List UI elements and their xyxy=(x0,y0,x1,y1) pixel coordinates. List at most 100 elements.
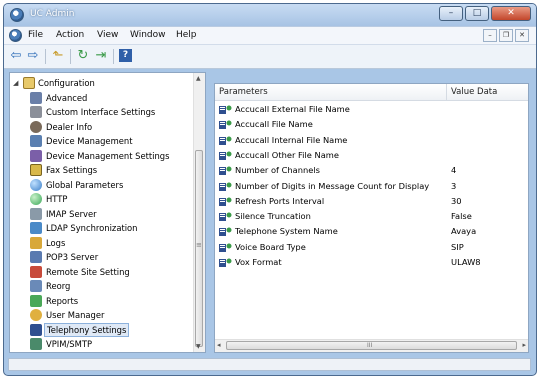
back-icon[interactable]: ⇦ xyxy=(9,49,23,63)
minimize-button[interactable]: – xyxy=(439,6,463,21)
parameter-icon xyxy=(219,212,232,222)
tree-node-http[interactable]: HTTP xyxy=(28,192,195,206)
tree-node-remote-site-setting[interactable]: Remote Site Setting xyxy=(28,265,195,279)
tree-label: Fax Settings xyxy=(46,165,98,175)
window-title: UC Admin xyxy=(30,9,75,19)
reports-icon xyxy=(30,294,42,307)
menu-help[interactable]: Help xyxy=(176,30,197,40)
app-icon xyxy=(10,8,24,22)
parameter-value: False xyxy=(451,211,472,222)
tree-label: Device Management xyxy=(46,136,133,146)
tree-node-device-management-settings[interactable]: Device Management Settings xyxy=(28,149,195,163)
globe-icon xyxy=(30,178,42,191)
tree-node-dealer-info[interactable]: Dealer Info xyxy=(28,120,195,134)
tree-label: LDAP Synchronization xyxy=(46,223,138,233)
tree-node-configuration[interactable]: ◢ Configuration xyxy=(10,76,195,90)
parameter-name: Number of Digits in Message Count for Di… xyxy=(235,180,430,191)
parameter-row[interactable]: Telephone System Name Avaya xyxy=(215,224,528,239)
device-management-icon xyxy=(30,135,42,147)
parameter-name: Silence Truncation xyxy=(235,211,311,222)
tree-node-user-manager[interactable]: User Manager xyxy=(28,308,195,322)
child-close-button[interactable]: ✕ xyxy=(515,29,529,42)
tree-label: Logs xyxy=(46,237,66,248)
parameter-value: SIP xyxy=(451,241,464,252)
tree-label: Reorg xyxy=(46,281,71,291)
column-header-parameters[interactable]: Parameters xyxy=(215,84,449,101)
tree-label: Reports xyxy=(46,295,79,306)
tree-label: Configuration xyxy=(38,78,95,88)
tree-node-imap-server[interactable]: IMAP Server xyxy=(28,207,195,221)
menu-action[interactable]: Action xyxy=(56,30,84,40)
scroll-down-icon[interactable]: ▼ xyxy=(196,343,201,350)
tree-vertical-scrollbar[interactable]: ▲ ≡ ▼ xyxy=(193,73,205,352)
column-header-value-data[interactable]: Value Data xyxy=(447,84,528,101)
tree-node-reorg[interactable]: Reorg xyxy=(28,279,195,293)
tree-label: Advanced xyxy=(46,92,88,103)
tree-node-reports[interactable]: Reports xyxy=(28,294,195,308)
scroll-right-icon[interactable]: ▸ xyxy=(522,341,526,349)
telephony-icon xyxy=(30,323,42,336)
menu-window[interactable]: Window xyxy=(130,30,166,40)
parameters-scroll-thumb[interactable]: III xyxy=(226,341,517,350)
parameter-row[interactable]: Accucall External File Name xyxy=(215,102,528,117)
pop3-icon xyxy=(30,251,42,263)
scroll-left-icon[interactable]: ◂ xyxy=(217,341,221,349)
parameter-row[interactable]: Vox Format ULAW8 xyxy=(215,255,528,270)
tree-node-pop3-server[interactable]: POP3 Server xyxy=(28,250,195,264)
system-menu-icon[interactable] xyxy=(9,29,22,42)
title-bar[interactable]: UC Admin – □ ✕ xyxy=(4,4,536,26)
parameter-row[interactable]: Silence Truncation False xyxy=(215,209,528,224)
fax-icon xyxy=(30,164,42,176)
parameter-icon xyxy=(219,258,232,267)
thumb-grip-icon: ≡ xyxy=(196,241,202,249)
parameter-value: Avaya xyxy=(451,226,477,237)
parameter-row[interactable]: Refresh Ports Interval 30 xyxy=(215,194,528,209)
tree-label-selected: Telephony Settings xyxy=(44,322,130,337)
http-icon xyxy=(30,193,42,205)
dealer-info-icon xyxy=(30,120,42,133)
tree-scroll-thumb[interactable]: ≡ xyxy=(195,150,203,347)
scroll-up-icon[interactable]: ▲ xyxy=(196,75,201,82)
parameter-row[interactable]: Accucall Internal File Name xyxy=(215,133,528,148)
toolbar-separator xyxy=(45,49,46,64)
refresh-icon[interactable]: ↻ xyxy=(76,49,90,63)
parameter-icon xyxy=(219,105,232,114)
parameter-value: 3 xyxy=(451,180,457,191)
parameter-row[interactable]: Accucall File Name xyxy=(215,117,528,132)
parameter-name: Accucall External File Name xyxy=(235,104,350,114)
tree-node-fax-settings[interactable]: Fax Settings xyxy=(28,163,195,177)
menu-view[interactable]: View xyxy=(97,30,118,40)
parameter-row[interactable]: Number of Channels 4 xyxy=(215,163,528,178)
parameter-row[interactable]: Number of Digits in Message Count for Di… xyxy=(215,179,528,194)
help-icon[interactable]: ? xyxy=(119,49,132,62)
tree-node-ldap-synchronization[interactable]: LDAP Synchronization xyxy=(28,221,195,235)
menu-file[interactable]: File xyxy=(28,30,43,40)
close-button[interactable]: ✕ xyxy=(491,6,531,21)
maximize-button[interactable]: □ xyxy=(465,6,489,21)
collapse-icon[interactable]: ◢ xyxy=(13,76,18,90)
tree-label: POP3 Server xyxy=(46,252,99,262)
export-list-icon[interactable]: ⇥ xyxy=(94,49,108,63)
app-window: UC Admin – □ ✕ File Action View Window H… xyxy=(3,3,537,376)
parameter-name: Accucall File Name xyxy=(235,119,313,130)
parameter-row[interactable]: Voice Board Type SIP xyxy=(215,240,528,255)
child-restore-button[interactable]: ❐ xyxy=(499,29,513,42)
tree-label: Custom Interface Settings xyxy=(46,107,156,117)
tree-node-global-parameters[interactable]: Global Parameters xyxy=(28,178,195,192)
tree-label: Remote Site Setting xyxy=(46,266,130,277)
parameter-name: Accucall Other File Name xyxy=(235,149,339,160)
parameter-row[interactable]: Accucall Other File Name xyxy=(215,148,528,163)
tree-node-vpim-smtp[interactable]: VPIM/SMTP xyxy=(28,337,195,351)
parameter-name: Voice Board Type xyxy=(235,241,306,252)
tree-node-telephony-settings[interactable]: Telephony Settings xyxy=(28,322,195,337)
child-minimize-button[interactable]: – xyxy=(483,29,497,42)
tree-node-custom-interface-settings[interactable]: Custom Interface Settings xyxy=(28,105,195,119)
tree-node-advanced[interactable]: Advanced xyxy=(28,91,195,105)
forward-icon[interactable]: ⇨ xyxy=(26,49,40,63)
parameter-icon xyxy=(219,243,232,252)
ldap-icon xyxy=(30,222,42,234)
tree-node-logs[interactable]: Logs xyxy=(28,236,195,250)
parameters-horizontal-scrollbar[interactable]: ◂ III ▸ xyxy=(215,339,528,352)
up-folder-icon[interactable]: ⬑ xyxy=(51,49,65,63)
tree-node-device-management[interactable]: Device Management xyxy=(28,134,195,148)
